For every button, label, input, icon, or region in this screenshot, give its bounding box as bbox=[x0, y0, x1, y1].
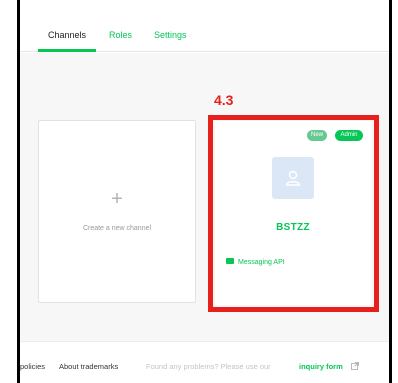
active-tab-indicator bbox=[38, 49, 96, 52]
admin-badge: Admin bbox=[335, 130, 363, 141]
footer-trademarks-link[interactable]: About trademarks bbox=[59, 362, 118, 371]
person-icon bbox=[285, 170, 301, 186]
footer-problems-text: Found any problems? Please use our bbox=[146, 362, 271, 371]
channel-card[interactable]: New Admin BSTZZ Messaging API bbox=[215, 121, 371, 305]
footer: policies About trademarks Found any prob… bbox=[20, 341, 389, 383]
channel-product: Messaging API bbox=[226, 258, 285, 266]
frame-border-right bbox=[389, 0, 392, 383]
plus-icon: + bbox=[111, 188, 123, 210]
tab-channels[interactable]: Channels bbox=[48, 30, 86, 40]
new-badge: New bbox=[307, 130, 327, 141]
product-label: Messaging API bbox=[238, 259, 285, 266]
channel-name: BSTZZ bbox=[276, 222, 310, 233]
annotation-label: 4.3 bbox=[214, 92, 234, 108]
footer-inquiry-link[interactable]: inquiry form bbox=[299, 362, 343, 371]
channel-avatar bbox=[272, 157, 314, 199]
create-channel-card[interactable]: + Create a new channel bbox=[38, 120, 196, 303]
external-link-icon bbox=[351, 362, 359, 370]
tab-settings[interactable]: Settings bbox=[154, 30, 187, 40]
tab-bar: Channels Roles Settings bbox=[20, 0, 389, 52]
chat-bubble-icon bbox=[226, 258, 234, 265]
tab-roles[interactable]: Roles bbox=[109, 30, 132, 40]
create-channel-label: Create a new channel bbox=[82, 225, 152, 232]
footer-divider bbox=[20, 341, 389, 342]
footer-policies-link[interactable]: policies bbox=[20, 362, 45, 371]
